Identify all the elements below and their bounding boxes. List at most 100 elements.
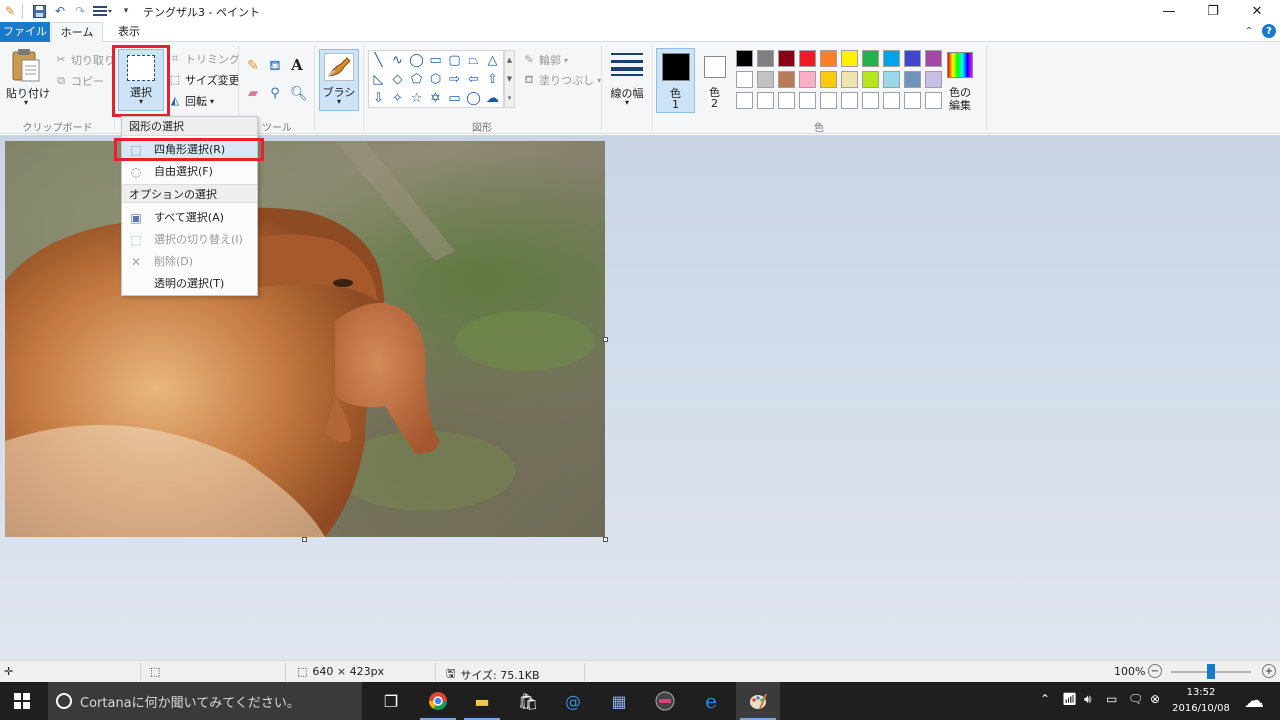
chrome-icon[interactable] [416,682,460,720]
palette-swatch[interactable] [778,71,795,88]
five-point-star-shape-icon[interactable]: ☆ [407,89,426,108]
palette-swatch[interactable] [778,50,795,67]
palette-swatch[interactable] [736,71,753,88]
paint-app-icon[interactable]: ✎ [2,3,18,19]
zoom-in-icon[interactable]: + [1262,664,1276,678]
palette-swatch[interactable] [757,92,774,109]
color1-button[interactable]: 色 1 [656,48,695,113]
rotate-button[interactable]: ◭ 回転 ▾ [168,93,214,109]
pentagon-shape-icon[interactable]: ⬠ [407,70,426,89]
file-explorer-icon[interactable]: ▬ [460,682,504,720]
palette-swatch[interactable] [820,71,837,88]
canvas-resize-handle-bottom[interactable] [302,537,307,542]
canvas-resize-handle-right[interactable] [603,337,608,342]
paint-taskbar-icon[interactable] [736,682,780,720]
onedrive-icon[interactable]: ☁ [1244,688,1264,712]
collapse-ribbon-icon[interactable]: ⌃ [1242,24,1256,38]
palette-swatch[interactable] [736,92,753,109]
palette-swatch[interactable] [862,71,879,88]
palette-swatch[interactable] [736,50,753,67]
palette-swatch[interactable] [757,71,774,88]
magnifier-icon[interactable]: 🔍︎ [290,87,308,101]
system-clock[interactable]: 13:52 2016/10/08 [1168,685,1234,717]
invert-selection-item[interactable]: ⬚ 選択の切り替え(I) [122,229,257,250]
color-picker-icon[interactable]: ⚲ [268,87,282,101]
crop-button[interactable]: ⌗ トリミング [168,51,240,67]
customize-icon[interactable] [92,3,114,19]
close-button[interactable]: ✕ [1234,0,1280,22]
oval-callout-shape-icon[interactable]: ◯ [464,89,483,108]
brush-button[interactable]: ブラシ ▾ [319,49,359,111]
right-triangle-shape-icon[interactable]: ◺ [369,70,388,89]
resize-button[interactable]: ⬚ サイズ変更 [168,72,240,88]
quick-access-dropdown-icon[interactable]: ▾ [118,3,134,19]
right-arrow-shape-icon[interactable]: ⇨ [445,70,464,89]
rectangle-shape-icon[interactable]: ▭ [426,51,445,70]
shapes-scroll-up-icon[interactable]: ▲ [507,56,512,64]
paste-icon[interactable] [10,48,42,84]
windows-start-icon[interactable] [0,682,44,720]
palette-swatch[interactable] [799,71,816,88]
shapes-gallery-scroller[interactable]: ▲ ▼ ▾ [504,50,515,108]
line-shape-icon[interactable]: ╲ [369,51,388,70]
palette-swatch[interactable] [841,92,858,109]
cut-button[interactable]: ✂ 切り取り [54,52,115,68]
media-app-icon[interactable] [643,682,687,720]
save-icon[interactable] [31,3,47,19]
paste-dropdown-icon[interactable]: ▾ [18,98,34,107]
palette-swatch[interactable] [778,92,795,109]
palette-swatch[interactable] [904,71,921,88]
palette-swatch[interactable] [820,92,837,109]
palette-swatch[interactable] [904,92,921,109]
down-arrow-shape-icon[interactable]: ⇩ [369,89,388,108]
palette-swatch[interactable] [883,50,900,67]
free-form-selection-item[interactable]: ◌ 自由選択(F) [122,161,257,182]
cloud-callout-shape-icon[interactable]: ☁ [483,89,502,108]
zoom-out-icon[interactable]: − [1148,664,1162,678]
palette-swatch[interactable] [883,71,900,88]
outline-button[interactable]: ✎ 輪郭 ▾ [522,52,568,68]
battery-icon[interactable]: ▭ [1106,692,1117,706]
security-icon[interactable]: ⊗ [1150,692,1160,706]
color2-button[interactable]: 色 2 [699,48,730,113]
palette-swatch[interactable] [799,92,816,109]
triangle-shape-icon[interactable]: △ [483,51,502,70]
palette-swatch[interactable] [925,50,942,67]
image-canvas[interactable] [5,141,605,537]
help-icon[interactable]: ? [1262,24,1276,38]
edit-colors-button[interactable]: 色の 編集 [942,48,978,114]
diamond-shape-icon[interactable]: ◇ [388,70,407,89]
palette-swatch[interactable] [841,50,858,67]
network-icon[interactable]: 📶︎ [1062,692,1077,706]
hexagon-shape-icon[interactable]: ⬡ [426,70,445,89]
rect-callout-shape-icon[interactable]: ▭ [445,89,464,108]
tab-file[interactable]: ファイル [0,22,50,42]
curve-shape-icon[interactable]: ∿ [388,51,407,70]
palette-swatch[interactable] [862,50,879,67]
undo-icon[interactable]: ↶ [52,3,68,19]
up-arrow-shape-icon[interactable]: ⇧ [483,70,502,89]
six-point-star-shape-icon[interactable]: ✡ [426,89,445,108]
palette-swatch[interactable] [820,50,837,67]
shapes-scroll-down-icon[interactable]: ▼ [507,75,512,83]
copy-button[interactable]: ⧉ コピー [54,73,104,89]
shapes-expand-icon[interactable]: ▾ [508,94,512,102]
pencil-icon[interactable]: ✎ [246,59,260,73]
palette-swatch[interactable] [925,92,942,109]
tray-expand-icon[interactable]: ⌃ [1040,692,1050,706]
minimize-button[interactable]: — [1146,0,1192,22]
palette-swatch[interactable] [883,92,900,109]
canvas-resize-handle-corner[interactable] [603,537,608,542]
internet-explorer-icon[interactable]: e [689,682,733,720]
calculator-icon[interactable]: ▦ [597,682,641,720]
delete-item[interactable]: ✕ 削除(D) [122,251,257,272]
volume-icon[interactable]: 🔊︎ [1084,692,1092,707]
palette-swatch[interactable] [904,50,921,67]
rounded-rectangle-shape-icon[interactable]: ▢ [445,51,464,70]
cortana-search-box[interactable]: Cortanaに何か聞いてみてください。 [48,682,362,720]
task-view-icon[interactable]: ❐ [369,682,413,720]
palette-swatch[interactable] [841,71,858,88]
select-all-item[interactable]: ▣ すべて選択(A) [122,207,257,228]
redo-icon[interactable]: ↷ [72,3,88,19]
tab-home[interactable]: ホーム [51,22,103,43]
